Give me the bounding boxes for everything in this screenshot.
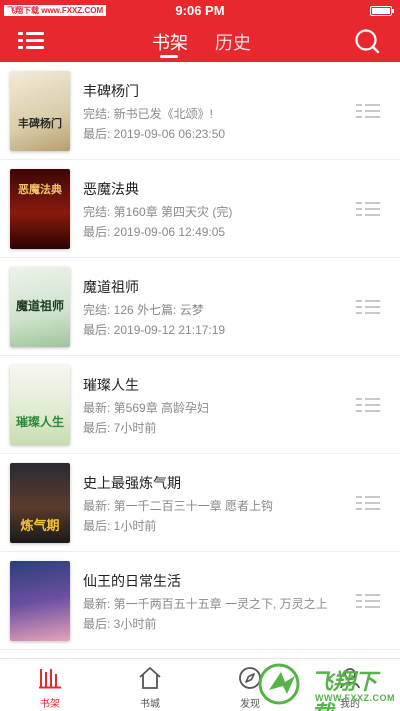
status-bar: 飞翔下载 www.FXXZ.COM 9:06 PM <box>0 0 400 20</box>
book-options-icon[interactable] <box>356 398 380 412</box>
book-item[interactable]: 璀璨人生 璀璨人生 最新: 第569章 高龄孕妇 最后: 7小时前 <box>0 356 400 454</box>
book-cover <box>10 561 70 641</box>
book-options-icon[interactable] <box>356 300 380 314</box>
book-title: 恶魔法典 <box>83 181 139 197</box>
book-item[interactable]: 丰碑杨门 丰碑杨门 完结: 新书已发《北颂》! 最后: 2019-09-06 0… <box>0 62 400 160</box>
watermark: 飞翔下载 WWW.FXXZ.COM <box>255 662 395 711</box>
book-status: 最新: 第569章 高龄孕妇 <box>83 401 210 415</box>
book-last-update: 最后: 7小时前 <box>83 421 157 435</box>
header-tabs: 书架 历史 <box>0 20 400 62</box>
book-item[interactable]: 恶魔法典 恶魔法典 完结: 第160章 第四天灾 (完) 最后: 2019-09… <box>0 160 400 258</box>
watermark-url: WWW.FXXZ.COM <box>315 693 395 703</box>
book-last-update: 最后: 2019-09-06 06:23:50 <box>83 127 226 141</box>
book-options-icon[interactable] <box>356 104 380 118</box>
book-last-update: 最后: 2019-09-12 21:17:19 <box>83 323 226 337</box>
book-item[interactable]: 魔道祖师 魔道祖师 完结: 126 外七篇: 云梦 最后: 2019-09-12… <box>0 258 400 356</box>
nav-bookstore[interactable]: 书城 <box>100 659 200 711</box>
book-item[interactable]: 炼气期 史上最强炼气期 最新: 第一千二百三十一章 愿者上钩 最后: 1小时前 <box>0 454 400 552</box>
book-status: 最新: 第一千二百三十一章 愿者上钩 <box>83 499 274 513</box>
nav-label: 书架 <box>40 699 60 710</box>
tab-history[interactable]: 历史 <box>215 29 251 55</box>
book-title: 璀璨人生 <box>83 377 139 393</box>
bookshelf-icon <box>39 669 61 689</box>
book-options-icon[interactable] <box>356 594 380 608</box>
watermark-word: 飞翔下载 <box>311 670 378 711</box>
nav-label: 书城 <box>140 699 160 710</box>
book-title: 魔道祖师 <box>83 279 139 295</box>
book-status: 完结: 新书已发《北颂》! <box>83 107 214 121</box>
book-last-update: 最后: 3小时前 <box>83 617 157 631</box>
book-options-icon[interactable] <box>356 496 380 510</box>
header: 书架 历史 <box>0 20 400 62</box>
book-title: 史上最强炼气期 <box>83 475 181 491</box>
top-bar: 飞翔下载 www.FXXZ.COM 9:06 PM 书架 历史 <box>0 0 400 62</box>
book-item[interactable]: 仙王的日常生活 最新: 第一千两百五十五章 一灵之下, 万灵之上 最后: 3小时… <box>0 552 400 650</box>
book-title: 仙王的日常生活 <box>83 573 181 589</box>
book-cover: 炼气期 <box>10 463 70 543</box>
bookshelf-list: 丰碑杨门 丰碑杨门 完结: 新书已发《北颂》! 最后: 2019-09-06 0… <box>0 62 400 658</box>
tab-bookshelf[interactable]: 书架 <box>152 29 188 55</box>
book-title: 丰碑杨门 <box>83 83 139 99</box>
book-cover: 恶魔法典 <box>10 169 70 249</box>
book-cover: 魔道祖师 <box>10 267 70 347</box>
book-status: 最新: 第一千两百五十五章 一灵之下, 万灵之上 <box>83 597 328 611</box>
book-status: 完结: 第160章 第四天灾 (完) <box>83 205 233 219</box>
book-cover: 丰碑杨门 <box>10 71 70 151</box>
book-last-update: 最后: 1小时前 <box>83 519 157 533</box>
active-tab-indicator <box>160 55 178 58</box>
book-last-update: 最后: 2019-09-06 12:49:05 <box>83 225 226 239</box>
status-time: 9:06 PM <box>175 3 225 18</box>
search-icon[interactable] <box>354 28 380 54</box>
battery-icon <box>370 6 394 16</box>
book-status: 完结: 126 外七篇: 云梦 <box>83 303 204 317</box>
nav-bookshelf[interactable]: 书架 <box>0 659 100 711</box>
bookstore-icon <box>139 667 161 689</box>
book-cover: 璀璨人生 <box>10 365 70 445</box>
book-options-icon[interactable] <box>356 202 380 216</box>
watermark-logo-icon <box>258 663 300 705</box>
